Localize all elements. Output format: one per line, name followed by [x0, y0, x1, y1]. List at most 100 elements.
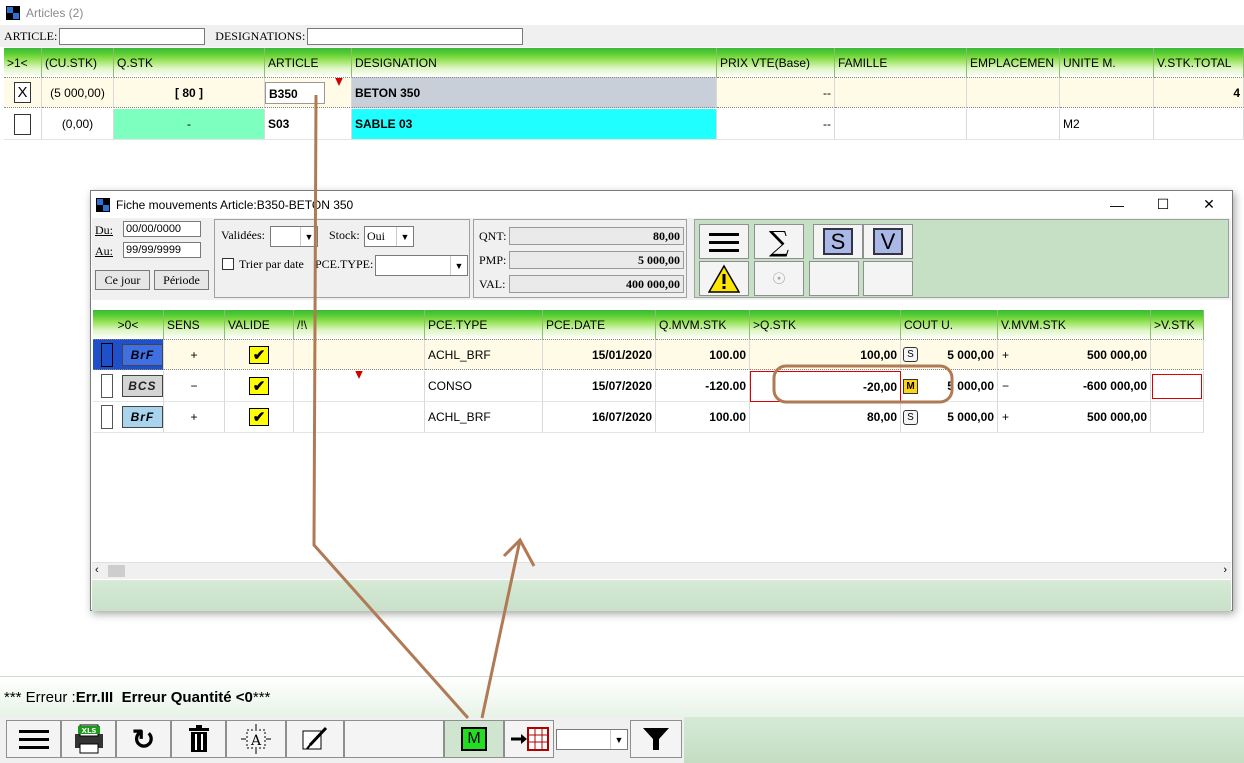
scrollbar-thumb[interactable]	[108, 565, 125, 577]
sigma-icon: ∑	[769, 225, 789, 258]
empty-toolbar-button[interactable]	[344, 720, 444, 758]
warning-button[interactable]	[699, 261, 749, 296]
au-label: Au:	[95, 244, 113, 258]
options-group: Validées: ▼ Stock: Oui ▼ Trier par date P…	[214, 219, 470, 298]
row-select-checkbox[interactable]	[101, 405, 113, 429]
col-header-v-stk[interactable]: >V.STK	[1151, 310, 1204, 339]
du-date-input[interactable]: 00/00/0000	[123, 221, 201, 237]
col-header-article[interactable]: ARTICLE	[265, 48, 352, 77]
col-header-q-stk[interactable]: >Q.STK	[750, 310, 901, 339]
s-icon: S	[823, 228, 853, 255]
valide-check-icon[interactable]: ✔	[249, 345, 269, 364]
col-header-valide[interactable]: VALIDE	[225, 310, 294, 339]
delete-button[interactable]	[171, 720, 226, 758]
cell-pce-type: ACHL_BRF	[425, 339, 543, 370]
pce-type-label: PCE.TYPE:	[315, 257, 374, 271]
refresh-button[interactable]: ↻	[116, 720, 171, 758]
cell-q-mvm-stk: 100.00	[656, 402, 750, 433]
s-button[interactable]: S	[813, 224, 863, 259]
valide-check-icon[interactable]: ✔	[249, 377, 269, 395]
col-header-designation[interactable]: DESIGNATION	[352, 48, 717, 77]
col-header-v-mvm-stk[interactable]: V.MVM.STK	[998, 310, 1151, 339]
empty-button-2[interactable]	[863, 261, 913, 296]
cell-v-stk-total: 4	[1154, 77, 1244, 108]
val-label: VAL:	[479, 277, 506, 291]
col-header-emplacement[interactable]: EMPLACEMEN	[967, 48, 1060, 77]
row-select-checkbox[interactable]: X	[14, 82, 31, 103]
toolbar-select[interactable]: ▼	[556, 729, 628, 750]
ce-jour-button[interactable]: Ce jour	[95, 270, 150, 290]
col-header-pce-date[interactable]: PCE.DATE	[543, 310, 656, 339]
pce-type-select[interactable]: ▼	[375, 255, 468, 276]
horizontal-scrollbar[interactable]: ‹ ›	[92, 562, 1231, 579]
chevron-right-icon[interactable]: ›	[1223, 564, 1227, 576]
row-select-checkbox[interactable]	[101, 342, 113, 367]
bottom-toolbar: XLS ↻ A M ▼	[0, 717, 1244, 763]
col-header-select[interactable]: >1<	[4, 48, 42, 77]
col-header-select[interactable]: >0<	[93, 310, 164, 339]
col-header-q-mvm-stk[interactable]: Q.MVM.STK	[656, 310, 750, 339]
piece-badge[interactable]: BCS	[121, 375, 163, 397]
cell-cout-u: 5 000,00	[947, 410, 994, 424]
article-filter-label: ARTICLE:	[4, 28, 58, 43]
cell-sens: +	[164, 402, 225, 433]
table-row[interactable]: (0,00) - S03 SABLE 03 -- M2	[4, 109, 1244, 140]
stock-label: Stock:	[329, 228, 360, 242]
cell-emplacement	[967, 109, 1060, 140]
cell-v-stk	[1151, 339, 1204, 370]
export-xls-button[interactable]: XLS	[61, 720, 116, 758]
cell-q-stk: -	[114, 109, 265, 140]
col-header-sens[interactable]: SENS	[164, 310, 225, 339]
table-row[interactable]: BCS − ✔ CONSO 15/07/2020 -120.00 -20,00 …	[93, 371, 1204, 402]
maximize-icon[interactable]: ☐	[1140, 191, 1186, 218]
menu-button[interactable]	[699, 224, 749, 259]
col-header-alert[interactable]: /!\	[294, 310, 425, 339]
close-icon[interactable]: ✕	[1186, 191, 1232, 218]
filter-button[interactable]	[630, 720, 682, 758]
edit-button[interactable]	[286, 720, 344, 758]
menu-button[interactable]	[6, 720, 61, 758]
col-header-prix-vte[interactable]: PRIX VTE(Base)	[717, 48, 835, 77]
sum-button[interactable]: ∑	[754, 224, 804, 259]
trier-par-date-checkbox[interactable]	[222, 258, 234, 270]
stock-select[interactable]: Oui ▼	[364, 226, 414, 247]
au-date-input[interactable]: 99/99/9999	[123, 242, 201, 258]
piece-badge[interactable]: BrF	[121, 406, 163, 428]
valide-check-icon[interactable]: ✔	[249, 408, 269, 426]
qnt-value: 80,00	[509, 227, 684, 245]
col-header-cu-stk[interactable]: (CU.STK)	[42, 48, 114, 77]
zoom-button[interactable]: ☉	[754, 261, 804, 296]
col-header-cout-u[interactable]: COUT U.	[901, 310, 998, 339]
col-header-famille[interactable]: FAMILLE	[835, 48, 967, 77]
cell-unite: M2	[1060, 109, 1154, 140]
table-row[interactable]: BrF + ✔ ACHL_BRF 15/01/2020 100.00 100,0…	[93, 339, 1204, 370]
font-style-button[interactable]: A	[226, 720, 286, 758]
chevron-left-icon[interactable]: ‹	[95, 564, 99, 576]
grid-export-button[interactable]	[504, 720, 554, 758]
empty-button-1[interactable]	[809, 261, 859, 296]
warning-triangle-icon	[331, 78, 347, 100]
arrow-grid-icon	[511, 727, 549, 751]
piece-badge[interactable]: BrF	[121, 343, 163, 366]
mouvements-button[interactable]: M	[444, 720, 504, 758]
xls-label: XLS	[81, 727, 96, 735]
periode-button[interactable]: Période	[154, 270, 209, 290]
col-header-unite[interactable]: UNITE M.	[1060, 48, 1154, 77]
col-header-v-stk-total[interactable]: V.STK.TOTAL	[1154, 48, 1244, 77]
v-button[interactable]: V	[863, 224, 913, 259]
validees-select[interactable]: ▼	[270, 226, 318, 247]
cell-cu-stk: (5 000,00)	[42, 77, 114, 108]
cout-flag-m-icon: M	[903, 378, 918, 394]
minimize-icon[interactable]: —	[1094, 191, 1140, 218]
table-row[interactable]: BrF + ✔ ACHL_BRF 16/07/2020 100.00 80,00…	[93, 402, 1204, 433]
row-select-checkbox[interactable]	[101, 374, 113, 398]
row-select-checkbox[interactable]	[14, 113, 31, 135]
article-filter-input[interactable]	[59, 27, 206, 45]
col-header-pce-type[interactable]: PCE.TYPE	[425, 310, 543, 339]
table-row[interactable]: X (5 000,00) [ 80 ] B350 BETON 350 -- 4	[4, 77, 1244, 108]
cell-q-stk: 100,00	[750, 339, 901, 370]
cell-pce-date: 15/07/2020	[543, 371, 656, 402]
designations-filter-input[interactable]	[307, 27, 524, 45]
date-group: Du: 00/00/0000 Au: 99/99/9999 Ce jour Pé…	[92, 218, 213, 298]
col-header-q-stk[interactable]: Q.STK	[114, 48, 265, 77]
